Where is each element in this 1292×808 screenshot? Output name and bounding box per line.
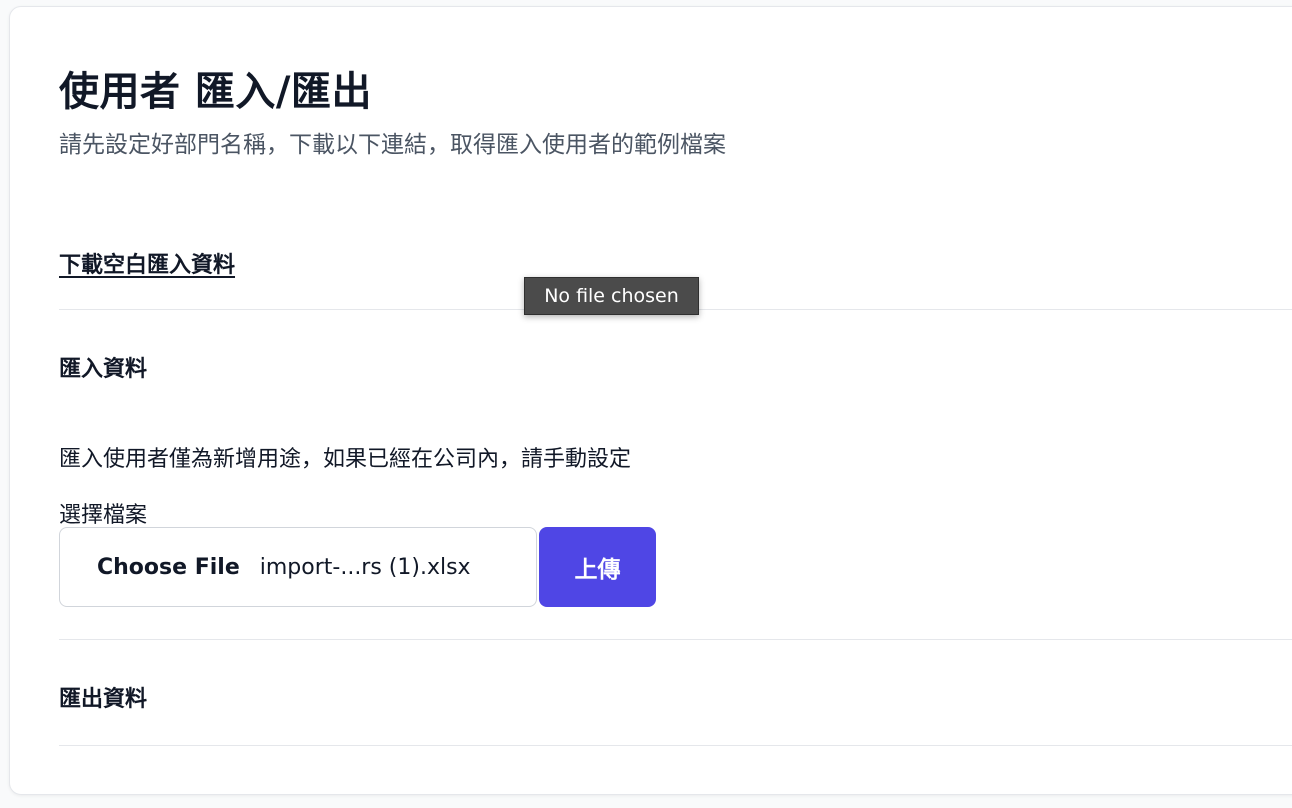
import-notice: 匯入使用者僅為新增用途，如果已經在公司內，請手動設定 bbox=[59, 447, 632, 472]
divider bbox=[59, 745, 1292, 746]
page-title: 使用者 匯入/匯出 bbox=[59, 69, 373, 115]
import-section-heading: 匯入資料 bbox=[59, 357, 148, 382]
selected-file-name: import-...rs (1).xlsx bbox=[259, 554, 471, 580]
download-blank-template-link[interactable]: 下載空白匯入資料 bbox=[59, 247, 235, 279]
page-subtitle: 請先設定好部門名稱，下載以下連結，取得匯入使用者的範例檔案 bbox=[59, 132, 726, 158]
file-input-tooltip: No file chosen bbox=[524, 277, 699, 315]
file-input[interactable]: Choose File import-...rs (1).xlsx bbox=[59, 527, 537, 607]
card-content: 使用者 匯入/匯出 請先設定好部門名稱，下載以下連結，取得匯入使用者的範例檔案 … bbox=[59, 7, 1292, 794]
import-export-card: 使用者 匯入/匯出 請先設定好部門名稱，下載以下連結，取得匯入使用者的範例檔案 … bbox=[9, 6, 1292, 795]
choose-file-label: 選擇檔案 bbox=[59, 503, 148, 528]
upload-button[interactable]: 上傳 bbox=[539, 527, 656, 607]
export-section-heading[interactable]: 匯出資料 bbox=[59, 681, 147, 713]
choose-file-button[interactable]: Choose File bbox=[97, 555, 240, 580]
divider bbox=[59, 639, 1292, 640]
